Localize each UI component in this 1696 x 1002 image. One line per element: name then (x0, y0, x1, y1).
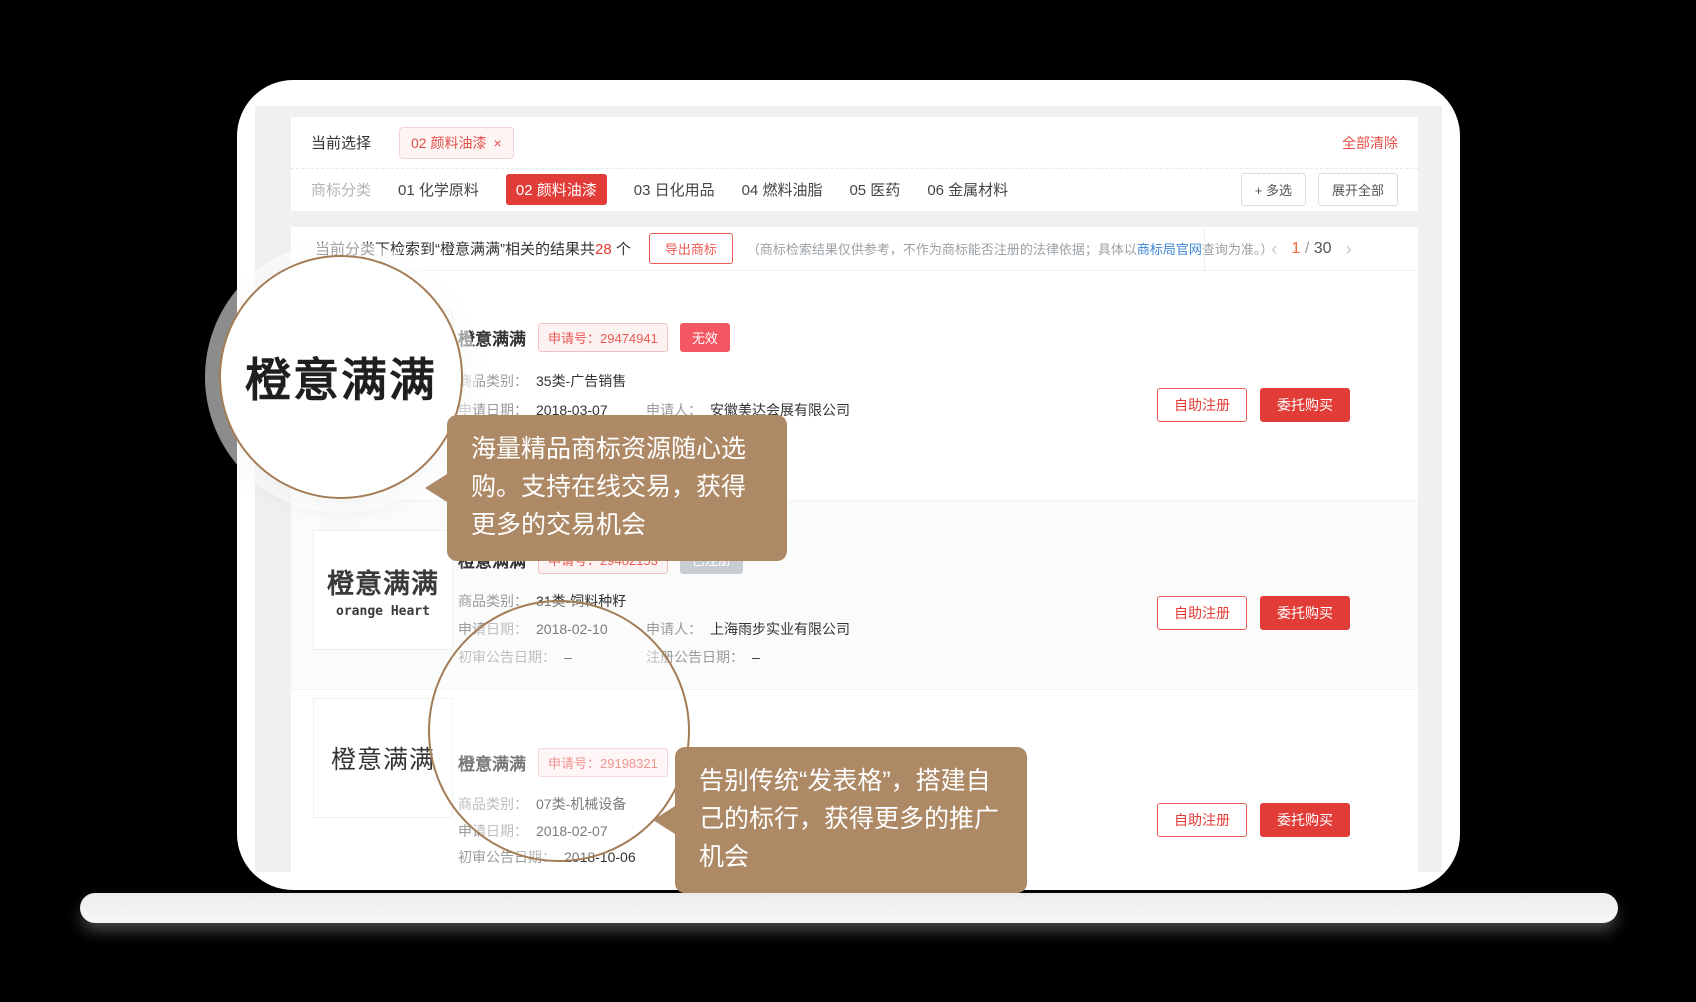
tab-category-03[interactable]: 03 日化用品 (634, 179, 715, 200)
tab-category-05[interactable]: 05 医药 (849, 179, 900, 200)
category-row-label: 商标分类 (311, 179, 371, 200)
selected-filter-chip[interactable]: 02 颜料油漆 × (399, 127, 514, 159)
applicant-field: 申请人： 上海雨步实业有限公司 (646, 619, 850, 639)
magnified-trademark-text: 橙意满满 (245, 344, 437, 410)
next-page-icon[interactable]: › (1346, 240, 1352, 259)
multi-select-button[interactable]: + 多选 (1241, 173, 1306, 206)
category-row: 商标分类 01 化学原料 02 颜料油漆 03 日化用品 04 燃料油脂 05 … (291, 169, 1418, 210)
row-actions: 自助注册 委托购买 (1157, 596, 1350, 630)
application-number-tag: 申请号：29474941 (538, 323, 668, 352)
magnifier-circle-2 (428, 600, 690, 862)
row-title-line: 橙意满满 申请号：29474941 无效 (458, 323, 730, 352)
trademark-office-link[interactable]: 商标局官网 (1137, 242, 1202, 257)
results-summary: 当前分类下检索到“橙意满满”相关的结果共28 个 (315, 238, 631, 259)
entrust-buy-button[interactable]: 委托购买 (1260, 596, 1350, 630)
trademark-name: 橙意满满 (458, 325, 526, 350)
entrust-buy-button[interactable]: 委托购买 (1260, 803, 1350, 837)
current-selection-row: 当前选择 02 颜料油漆 × 全部清除 (291, 117, 1418, 169)
close-icon[interactable]: × (493, 136, 501, 150)
magnifier-circle-1: 橙意满满 (219, 255, 463, 499)
tab-category-02-active[interactable]: 02 颜料油漆 (506, 174, 607, 205)
expand-all-button[interactable]: 展开全部 (1318, 173, 1398, 206)
page-indicator: 1 / 30 (1291, 240, 1331, 258)
row-actions: 自助注册 委托购买 (1157, 803, 1350, 837)
page-separator: / (1305, 240, 1309, 257)
self-register-button[interactable]: 自助注册 (1157, 803, 1247, 837)
application-number-label: 申请号： (548, 331, 600, 346)
disclaimer-prefix: （商标检索结果仅供参考，不作为商标能否注册的法律依据；具体以 (747, 242, 1137, 257)
entrust-buy-button[interactable]: 委托购买 (1260, 388, 1350, 422)
field-value: 35类-广告销售 (536, 373, 626, 389)
callout-tooltip-2: 告别传统“发表格”，搭建自己的标行，获得更多的推广机会 (675, 747, 1027, 893)
tab-category-06[interactable]: 06 金属材料 (927, 179, 1008, 200)
application-number-value: 29474941 (600, 331, 658, 346)
results-count: 28 (595, 241, 612, 258)
category-field: 商品类别： 35类-广告销售 (458, 371, 626, 391)
field-value: 上海雨步实业有限公司 (710, 621, 850, 637)
clear-all-button[interactable]: 全部清除 (1342, 133, 1398, 153)
self-register-button[interactable]: 自助注册 (1157, 596, 1247, 630)
field-value: – (752, 649, 760, 665)
self-register-button[interactable]: 自助注册 (1157, 388, 1247, 422)
row-actions: 自助注册 委托购买 (1157, 388, 1350, 422)
tab-category-01[interactable]: 01 化学原料 (398, 179, 479, 200)
thumbnail-mark-text: 橙意满满 (331, 740, 435, 776)
thumbnail-mark-subtext: orange Heart (336, 604, 430, 619)
selected-filter-chip-label: 02 颜料油漆 (411, 133, 486, 153)
category-tabs: 01 化学原料 02 颜料油漆 03 日化用品 04 燃料油脂 05 医药 06… (398, 174, 1008, 205)
category-tools: + 多选 展开全部 (1241, 173, 1398, 206)
thumbnail-mark-text: 橙意满满 (327, 562, 439, 601)
export-trademarks-button[interactable]: 导出商标 (649, 233, 733, 264)
prev-page-icon[interactable]: ‹ (1271, 240, 1277, 259)
trademark-thumbnail: 橙意满满 orange Heart (313, 530, 453, 650)
current-selection-label: 当前选择 (311, 132, 371, 153)
marketing-mockup-stage: 当前选择 02 颜料油漆 × 全部清除 商标分类 01 化学原料 02 颜料油漆… (0, 0, 1696, 1002)
callout-tooltip-1: 海量精品商标资源随心选购。支持在线交易，获得更多的交易机会 (447, 415, 787, 561)
filter-panel: 当前选择 02 颜料油漆 × 全部清除 商标分类 01 化学原料 02 颜料油漆… (291, 117, 1418, 211)
total-pages: 30 (1314, 240, 1332, 257)
current-page: 1 (1291, 240, 1300, 257)
field-label: 申请人： (646, 621, 702, 637)
laptop-base (80, 893, 1618, 923)
status-badge: 无效 (680, 323, 730, 352)
pagination: ‹ 1 / 30 › (1204, 227, 1418, 271)
results-header: 当前分类下检索到“橙意满满”相关的结果共28 个 导出商标 （商标检索结果仅供参… (291, 227, 1418, 271)
results-summary-suffix: 个 (612, 241, 631, 258)
tab-category-04[interactable]: 04 燃料油脂 (742, 179, 823, 200)
results-disclaimer: （商标检索结果仅供参考，不作为商标能否注册的法律依据；具体以商标局官网查询为准。… (747, 239, 1274, 258)
field-label: 商品类别： (458, 373, 528, 389)
